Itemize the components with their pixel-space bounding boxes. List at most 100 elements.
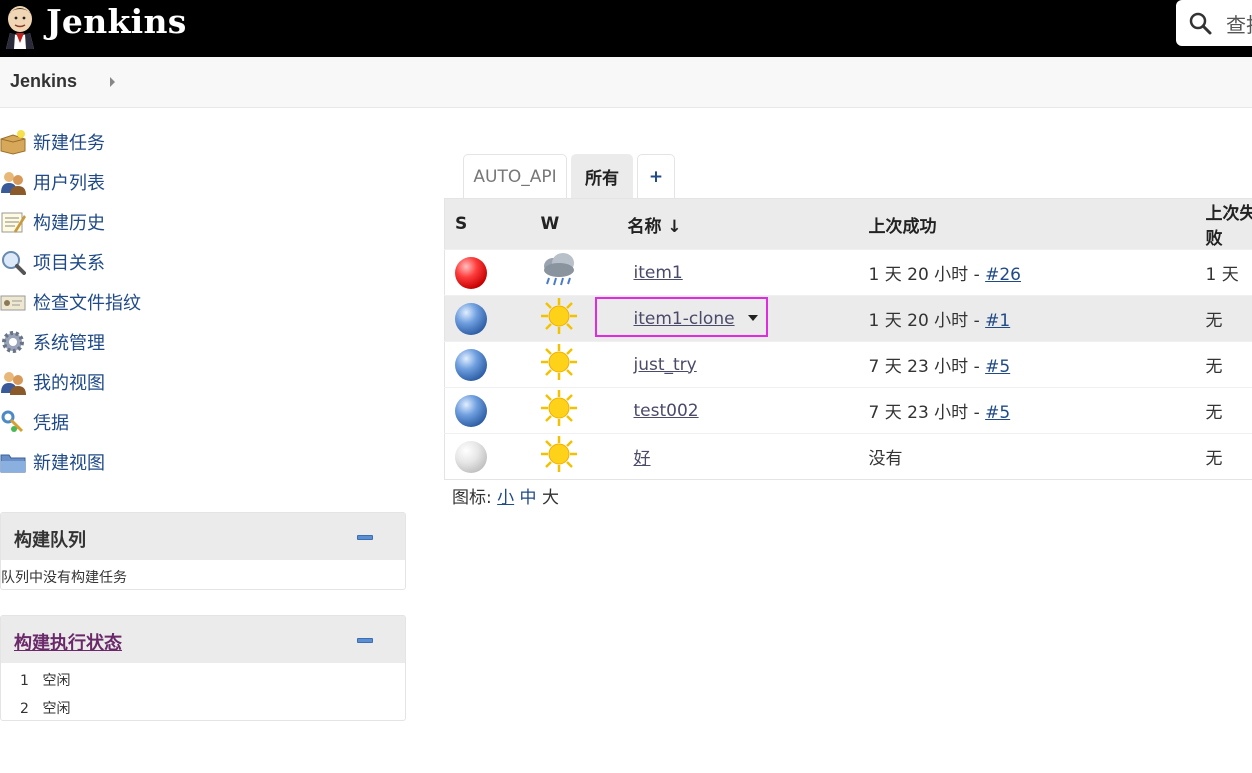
- breadcrumb: Jenkins: [0, 57, 1252, 108]
- column-header-weather[interactable]: W: [540, 198, 628, 250]
- task-fingerprint[interactable]: 检查文件指纹: [0, 282, 406, 322]
- notepad-icon: [1, 212, 26, 233]
- executor-row: 1 空闲: [20, 670, 70, 690]
- tab-add-view[interactable]: +: [637, 154, 675, 198]
- build-queue-title: 构建队列: [14, 530, 86, 551]
- fingerprint-icon: [0, 295, 26, 311]
- executor-number: 2: [20, 701, 29, 717]
- status-blue-ball-icon: [455, 302, 487, 335]
- projects-table: S W 名称 ↓ 上次成功 上次失败 item1 1 天 20 小时 - #26…: [444, 198, 1252, 480]
- highlight-box: [594, 296, 768, 337]
- last-failure: 无: [1205, 357, 1223, 377]
- last-failure: 无: [1205, 311, 1223, 331]
- table-row: 好 没有 无: [444, 433, 1252, 480]
- job-link[interactable]: just_try: [634, 355, 697, 375]
- search-icon: [1189, 12, 1212, 35]
- executor-status: 空闲: [42, 701, 71, 717]
- user-icon: [1, 372, 26, 395]
- folder-icon: [0, 454, 26, 473]
- magnifier-icon: [2, 251, 26, 275]
- build-link[interactable]: #26: [985, 265, 1021, 285]
- search-box[interactable]: 查找: [1176, 0, 1252, 46]
- build-queue-empty-text: 队列中没有构建任务: [1, 570, 127, 586]
- sun-icon: [540, 390, 577, 426]
- column-header-last-failure[interactable]: 上次失败: [1205, 198, 1252, 250]
- task-label[interactable]: 项目关系: [33, 249, 105, 275]
- last-failure: 无: [1205, 403, 1223, 423]
- column-header-name[interactable]: 名称 ↓: [627, 198, 869, 250]
- column-header-last-success[interactable]: 上次成功: [868, 198, 1206, 250]
- build-executor-title[interactable]: 构建执行状态: [14, 629, 122, 655]
- task-label[interactable]: 构建历史: [33, 209, 105, 235]
- task-my-views[interactable]: 我的视图: [0, 362, 406, 402]
- status-blue-ball-icon: [455, 394, 487, 427]
- task-list: 新建任务 用户列表 构建历史 项目关系 检查文件指纹 系统管理 我的视图 凭据 …: [0, 122, 406, 482]
- breadcrumb-jenkins-link[interactable]: Jenkins: [10, 71, 77, 92]
- collapse-icon[interactable]: [357, 535, 373, 540]
- executor-number: 1: [20, 673, 29, 689]
- sun-icon: [540, 298, 577, 334]
- task-credentials[interactable]: 凭据: [0, 402, 406, 442]
- build-link[interactable]: #5: [985, 357, 1010, 377]
- executor-status: 空闲: [42, 673, 71, 689]
- table-row: test002 7 天 23 小时 - #5 无: [444, 387, 1252, 434]
- task-new-view[interactable]: 新建视图: [0, 442, 406, 482]
- job-link[interactable]: item1: [634, 263, 683, 283]
- column-header-status[interactable]: S: [444, 198, 541, 250]
- task-label[interactable]: 我的视图: [33, 369, 105, 395]
- icon-size-large-current: 大: [541, 488, 559, 508]
- build-executor-header: 构建执行状态: [1, 616, 405, 663]
- jenkins-logo[interactable]: Jenkins: [0, 0, 187, 57]
- build-link[interactable]: #1: [985, 311, 1010, 331]
- last-success-time: 没有: [868, 449, 903, 469]
- breadcrumb-arrow-icon[interactable]: [110, 77, 115, 87]
- keys-icon: [1, 410, 24, 433]
- brand-name: Jenkins: [46, 2, 187, 41]
- task-label[interactable]: 新建视图: [33, 449, 105, 475]
- build-queue-pane: 构建队列 队列中没有构建任务: [0, 512, 406, 590]
- icon-size-small-link[interactable]: 小: [497, 488, 514, 508]
- task-project-relationship[interactable]: 项目关系: [0, 242, 406, 282]
- new-package-icon: [0, 130, 26, 155]
- table-row: item1-clone 1 天 20 小时 - #1 无: [444, 295, 1252, 342]
- table-header-row: S W 名称 ↓ 上次成功 上次失败: [444, 198, 1252, 250]
- last-success-time: 7 天 23 小时 -: [868, 357, 986, 377]
- build-link[interactable]: #5: [985, 403, 1010, 423]
- gear-icon: [2, 331, 24, 353]
- sun-icon: [540, 344, 577, 380]
- last-failure: 1 天: [1205, 265, 1239, 285]
- task-label[interactable]: 新建任务: [33, 129, 105, 155]
- page-header: Jenkins 查找: [0, 0, 1252, 57]
- build-queue-header: 构建队列: [1, 513, 405, 560]
- status-red-ball-icon: [455, 256, 487, 289]
- task-people[interactable]: 用户列表: [0, 162, 406, 202]
- last-success-time: 1 天 20 小时 -: [868, 265, 986, 285]
- job-link[interactable]: 好: [634, 449, 651, 469]
- search-input[interactable]: 查找: [1226, 9, 1252, 38]
- icon-size-label: 图标:: [452, 488, 498, 508]
- collapse-icon[interactable]: [357, 638, 373, 643]
- last-success-time: 7 天 23 小时 -: [868, 403, 986, 423]
- table-row: just_try 7 天 23 小时 - #5 无: [444, 341, 1252, 388]
- icon-size-medium-link[interactable]: 中: [520, 488, 537, 508]
- task-label[interactable]: 系统管理: [33, 329, 105, 355]
- rain-cloud-icon: [543, 253, 574, 286]
- task-label[interactable]: 用户列表: [33, 169, 105, 195]
- task-build-history[interactable]: 构建历史: [0, 202, 406, 242]
- status-grey-ball-icon: [455, 440, 487, 473]
- last-success-time: 1 天 20 小时 -: [868, 311, 986, 331]
- task-label[interactable]: 检查文件指纹: [33, 289, 141, 315]
- users-icon: [1, 172, 26, 195]
- last-failure: 无: [1205, 449, 1223, 469]
- status-blue-ball-icon: [455, 348, 487, 381]
- task-manage-jenkins[interactable]: 系统管理: [0, 322, 406, 362]
- tab-all[interactable]: 所有: [571, 154, 633, 198]
- view-tabs: AUTO_API 所有 +: [463, 154, 679, 198]
- task-new-item[interactable]: 新建任务: [0, 122, 406, 162]
- task-label[interactable]: 凭据: [33, 409, 69, 435]
- sun-icon: [540, 436, 577, 472]
- job-link[interactable]: test002: [634, 401, 699, 421]
- tab-auto-api[interactable]: AUTO_API: [463, 154, 567, 198]
- icon-size-legend: 图标: 小 中 大: [452, 483, 559, 508]
- build-executor-pane: 构建执行状态 1 空闲 2 空闲: [0, 615, 406, 721]
